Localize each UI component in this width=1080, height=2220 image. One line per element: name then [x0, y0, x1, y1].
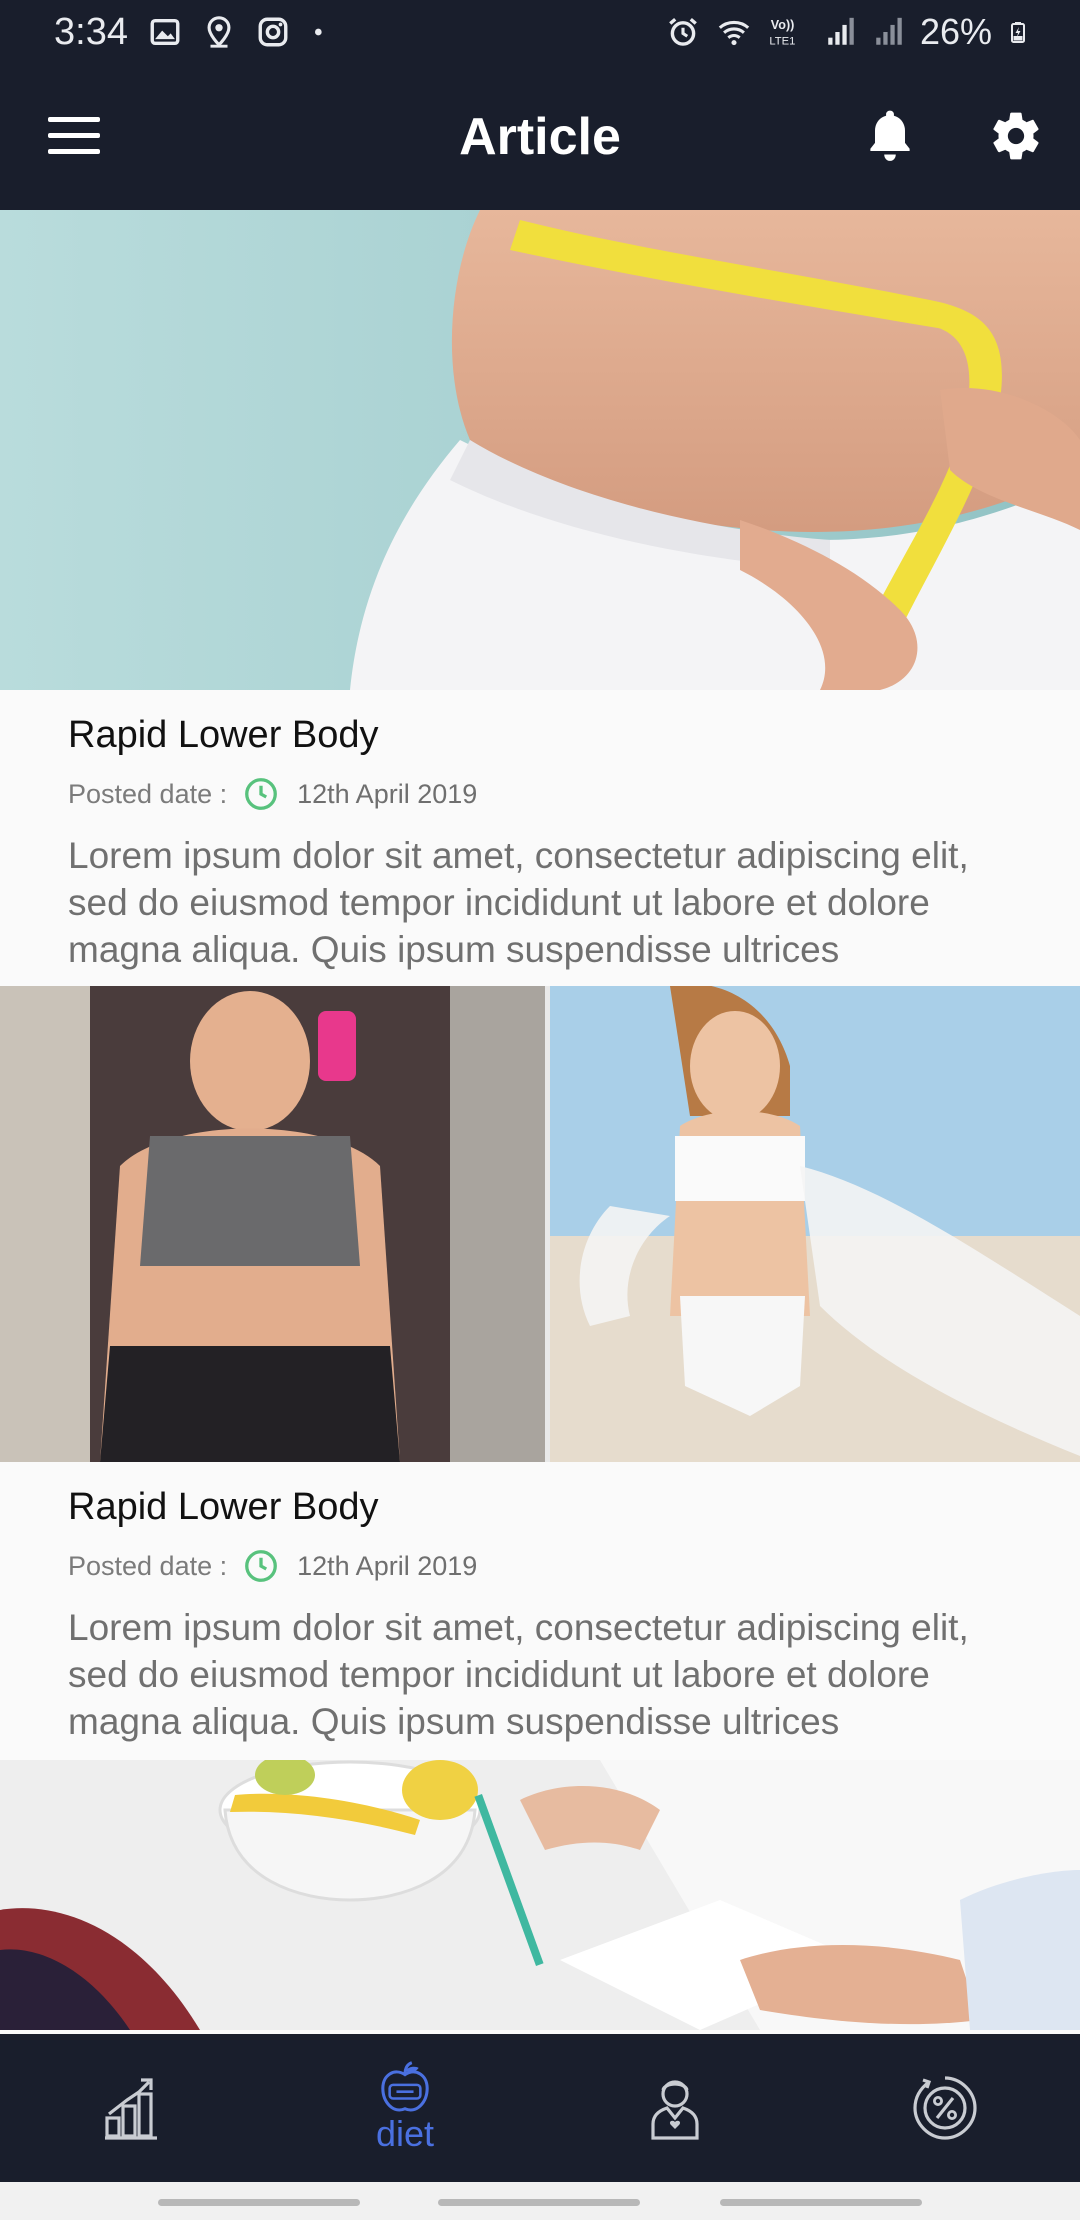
instagram-icon [258, 17, 288, 47]
article-feed[interactable]: Rapid Lower Body Posted date : 12th Apri… [0, 210, 1080, 2034]
bottom-navigation: diet [0, 2034, 1080, 2182]
wifi-icon [718, 20, 750, 46]
posted-date: 12th April 2019 [297, 778, 478, 809]
nav-item-diet[interactable]: diet [270, 2034, 540, 2182]
alarm-icon [669, 17, 697, 46]
progress-chart-icon [105, 2078, 157, 2140]
article-card[interactable]: Rapid Lower Body Posted date : 12th Apri… [0, 690, 1080, 986]
svg-text:Vo)): Vo)) [771, 18, 795, 32]
back-button[interactable] [720, 2199, 922, 2206]
clock-icon [245, 1550, 278, 1582]
status-right: Vo)) LTE1 26% [666, 11, 1030, 53]
measuring-tape-photo [0, 210, 1080, 690]
volte-icon: Vo)) LTE1 [769, 18, 795, 48]
apple-scale-icon [381, 2061, 429, 2112]
app-bar: Article [0, 64, 1080, 210]
signal-icon [828, 17, 854, 45]
recents-button[interactable] [158, 2199, 360, 2206]
bell-icon[interactable] [862, 106, 918, 166]
discount-icon [913, 2076, 977, 2140]
status-left: 3:34 [54, 11, 330, 54]
system-navigation-bar [0, 2182, 1080, 2220]
article-image-diet-plan[interactable] [0, 1760, 1080, 2030]
article-image-before-after[interactable] [0, 986, 1080, 1462]
diet-plan-photo [0, 1760, 1080, 2030]
nav-item-doctor[interactable] [540, 2034, 810, 2182]
article-excerpt: Lorem ipsum dolor sit amet, consectetur … [68, 1607, 969, 1742]
signal-icon [876, 17, 902, 45]
page-title: Article [459, 108, 621, 166]
dot-icon [314, 28, 322, 36]
article-card[interactable]: Rapid Lower Body Posted date : 12th Apri… [0, 1462, 1080, 1760]
article-image-measuring-tape[interactable] [0, 210, 1080, 690]
svg-text:LTE1: LTE1 [769, 36, 795, 48]
image-icon [150, 18, 180, 46]
nav-label-diet: diet [375, 2113, 435, 2154]
nav-item-progress[interactable] [0, 2034, 270, 2182]
home-button[interactable] [438, 2199, 640, 2206]
article-title[interactable]: Rapid Lower Body [68, 1484, 1032, 1530]
clock-icon [245, 778, 278, 810]
article-meta: Posted date : 12th April 2019 [68, 774, 1032, 814]
before-photo [0, 986, 545, 1462]
status-time: 3:34 [54, 10, 128, 53]
doctor-icon [651, 2080, 699, 2140]
after-photo [550, 986, 1080, 1462]
article-meta: Posted date : 12th April 2019 [68, 1546, 1032, 1586]
posted-date-label: Posted date : [68, 1550, 228, 1581]
battery-percent: 26% [919, 11, 992, 52]
gear-icon[interactable] [988, 108, 1044, 164]
article-excerpt: Lorem ipsum dolor sit amet, consectetur … [68, 835, 969, 970]
article-title[interactable]: Rapid Lower Body [68, 712, 1032, 758]
location-icon [207, 16, 231, 48]
battery-charging-icon [1011, 22, 1025, 43]
posted-date: 12th April 2019 [297, 1550, 478, 1581]
status-bar: 3:34 Vo)) LTE1 26% [0, 0, 1080, 64]
posted-date-label: Posted date : [68, 778, 228, 809]
nav-item-discount[interactable] [810, 2034, 1080, 2182]
